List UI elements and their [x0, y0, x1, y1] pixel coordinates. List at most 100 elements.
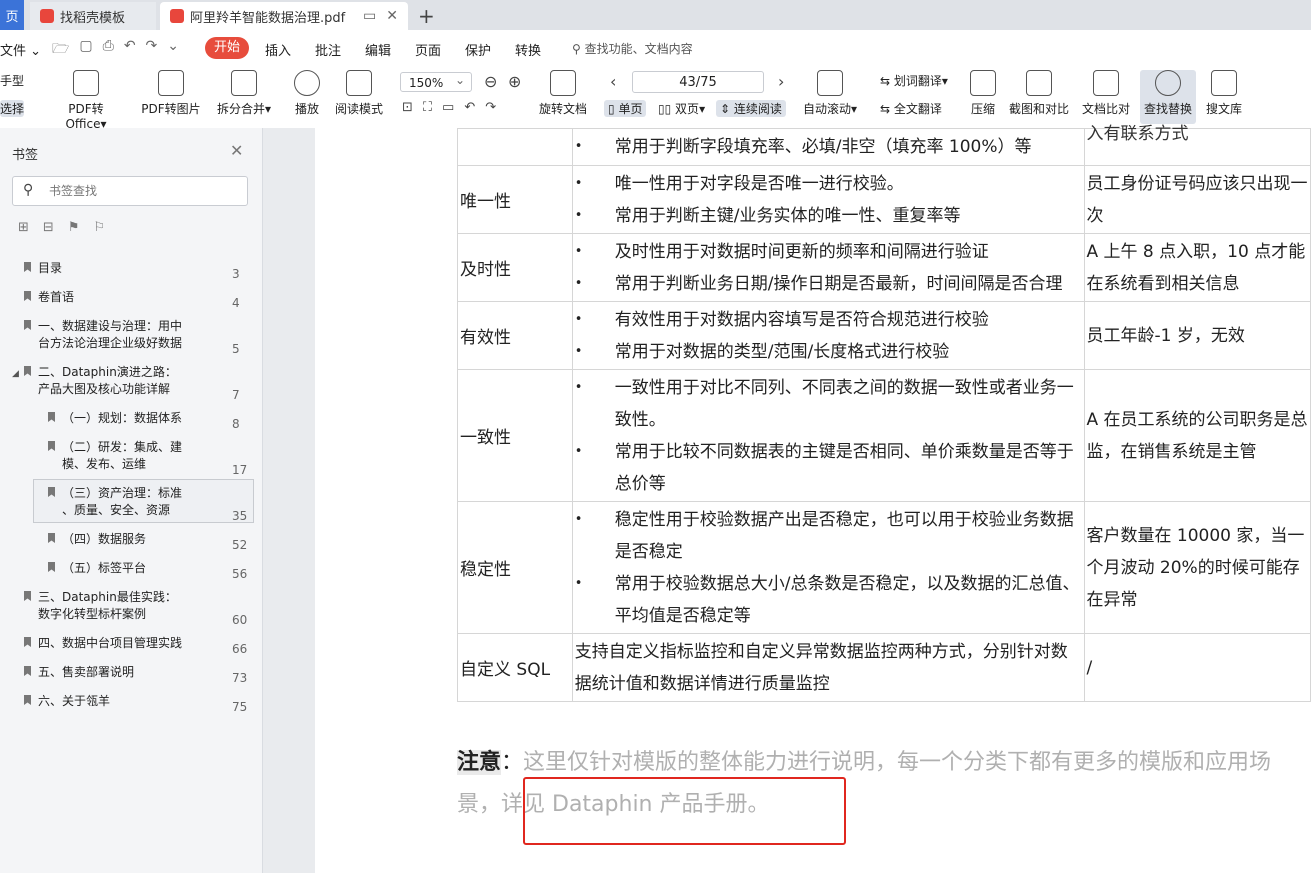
close-icon[interactable]: ✕: [230, 141, 243, 160]
function-search[interactable]: ⚲ 查找功能、文档内容: [572, 40, 693, 57]
bookmark-item[interactable]: 卷首语: [24, 289, 74, 306]
bookmark-item[interactable]: 四、数据中台项目管理实践: [24, 635, 182, 652]
play-button[interactable]: 播放: [292, 70, 322, 117]
quality-rules-table: 常用于判断字段填充率、必填/非空（填充率 100%）等 入有联系方式 唯一性 唯…: [457, 126, 1311, 702]
menu-convert[interactable]: 转换: [515, 40, 541, 59]
menu-annotate[interactable]: 批注: [315, 40, 341, 59]
tab-template-label: 找稻壳模板: [60, 10, 126, 26]
bookmark-item[interactable]: （四）数据服务: [48, 531, 146, 548]
new-tab-button[interactable]: +: [418, 4, 435, 28]
save-icon[interactable]: ▢: [79, 38, 92, 62]
bookmark-item[interactable]: 五、售卖部署说明: [24, 664, 134, 681]
open-icon[interactable]: 🗁: [52, 38, 69, 62]
menu-page[interactable]: 页面: [415, 40, 441, 59]
bookmark-outline-icon[interactable]: ⚐: [93, 220, 105, 235]
bullet-item: 常用于判断字段填充率、必填/非空（填充率 100%）等: [573, 131, 1084, 163]
bookmark-page: 8: [232, 417, 240, 431]
add-bookmark-icon[interactable]: ⊞: [18, 220, 29, 235]
doc-compare-button[interactable]: 文档比对: [1080, 70, 1132, 117]
pdf-to-office-button[interactable]: PDF转Office▾: [48, 70, 124, 131]
bookmark-page: 3: [232, 267, 240, 281]
bookmark-search[interactable]: ⚲: [12, 176, 248, 206]
bookmark-item[interactable]: 一、数据建设与治理：用中 台方法论治理企业级好数据: [24, 318, 182, 352]
split-merge-button[interactable]: 拆分合并▾: [214, 70, 274, 117]
table-cell: 唯一性用于对字段是否唯一进行校验。 常用于判断主键/业务实体的唯一性、重复率等: [571, 165, 1085, 234]
bookmark-add-icon[interactable]: ⚑: [68, 220, 80, 235]
menu-protect[interactable]: 保护: [465, 40, 491, 59]
fit-page-icon[interactable]: ⛶: [423, 100, 432, 115]
zoom-select[interactable]: 150%: [400, 70, 472, 92]
doc-compare-icon: [1093, 70, 1119, 96]
remove-bookmark-icon[interactable]: ⊟: [43, 220, 54, 235]
magnifier-icon: [1155, 70, 1181, 96]
full-translate-button[interactable]: ⇆ 全文翻译: [880, 100, 942, 117]
split-merge-icon: [231, 70, 257, 96]
continuous-read-button[interactable]: ⇕ 连续阅读: [716, 100, 786, 117]
screenshot-compare-button[interactable]: 截图和对比: [1008, 70, 1070, 117]
pdf-to-image-button[interactable]: PDF转图片: [140, 70, 202, 117]
rotate-right-icon[interactable]: ↷: [485, 100, 496, 115]
find-replace-button[interactable]: 查找替换: [1140, 70, 1196, 124]
dimension-name: 自定义 SQL: [457, 633, 573, 702]
tab-template[interactable]: 找稻壳模板: [30, 2, 156, 30]
more-icon[interactable]: ⌄: [167, 38, 179, 62]
fit-width-icon[interactable]: ▭: [442, 100, 454, 115]
menu-edit[interactable]: 编辑: [365, 40, 391, 59]
hand-tool[interactable]: 手型: [0, 72, 24, 89]
close-tab-icon[interactable]: ✕: [386, 8, 398, 24]
table-row: 常用于判断字段填充率、必填/非空（填充率 100%）等 入有联系方式: [457, 126, 1311, 166]
redo-icon[interactable]: ↷: [146, 38, 158, 62]
actual-size-icon[interactable]: ⊡: [402, 100, 413, 115]
next-page-icon[interactable]: ›: [778, 72, 784, 91]
menu-file-label: 文件: [0, 44, 27, 59]
tab-pdf[interactable]: 阿里羚羊智能数据治理.pdf ▭ ✕: [160, 2, 408, 30]
menu-insert[interactable]: 插入: [265, 40, 291, 59]
single-page-label: 单页: [618, 102, 643, 116]
bookmark-item[interactable]: （二）研发：集成、建 模、发布、运维: [48, 439, 182, 473]
single-page-button[interactable]: ▯ 单页: [604, 100, 647, 117]
rotate-doc-label: 旋转文档: [538, 102, 587, 116]
table-cell: 一致性用于对比不同列、不同表之间的数据一致性或者业务一致性。 常用于比较不同数据…: [571, 369, 1085, 502]
bookmark-search-input[interactable]: [47, 183, 241, 199]
example-cell: A 上午 8 点入职，10 点才能在系统看到相关信息: [1083, 233, 1311, 302]
tab-edge[interactable]: 页: [0, 0, 24, 30]
read-mode-button[interactable]: 阅读模式: [334, 70, 384, 117]
prev-page-icon[interactable]: ‹: [610, 72, 616, 91]
zoom-in-icon[interactable]: ⊕: [508, 72, 521, 91]
full-translate-icon: ⇆: [880, 101, 891, 116]
rotate-doc-button[interactable]: 旋转文档: [537, 70, 589, 117]
select-tool[interactable]: 选择: [0, 100, 25, 117]
bookmark-item[interactable]: 二、Dataphin演进之路： 产品大图及核心功能详解: [24, 364, 177, 398]
auto-scroll-label: 自动滚动: [802, 102, 851, 116]
bullet-item: 唯一性用于对字段是否唯一进行校验。: [573, 168, 1084, 200]
bookmark-item[interactable]: 六、关于瓴羊: [24, 693, 110, 710]
bullet-item: 常用于判断业务日期/操作日期是否最新，时间间隔是否合理: [573, 268, 1084, 300]
rotate-left-icon[interactable]: ↶: [464, 100, 475, 115]
zoom-out-icon[interactable]: ⊖: [484, 72, 497, 91]
compress-button[interactable]: 压缩: [968, 70, 998, 117]
undo-icon[interactable]: ↶: [124, 38, 136, 62]
book-icon: [346, 70, 372, 96]
collapse-arrow-icon[interactable]: ◢: [12, 369, 19, 379]
bookmark-page: 75: [232, 700, 248, 714]
bookmark-page: 60: [232, 613, 248, 627]
bookmark-icon: [24, 320, 31, 330]
view-tools: ⊡ ⛶ ▭ ↶ ↷: [402, 100, 496, 115]
word-translate-button[interactable]: ⇆ 划词翻译 ▾: [880, 72, 948, 89]
bookmark-label: （一）规划：数据体系: [62, 411, 183, 425]
menu-file[interactable]: 文件 ⌄: [0, 40, 41, 59]
double-page-button[interactable]: ▯▯ 双页 ▾: [658, 100, 705, 117]
print-icon[interactable]: ⎙: [103, 38, 114, 62]
menu-start[interactable]: 开始: [205, 37, 249, 59]
bullet-item: 稳定性用于校验数据产出是否稳定，也可以用于校验业务数据是否稳定: [573, 504, 1084, 568]
bookmark-item[interactable]: 目录: [24, 260, 62, 277]
window-icon[interactable]: ▭: [363, 8, 376, 24]
bookmark-item[interactable]: （五）标签平台: [48, 560, 146, 577]
bookmark-item-selected[interactable]: （三）资产治理：标准 、质量、安全、资源: [48, 485, 182, 519]
search-library-button[interactable]: 搜文库: [1204, 70, 1244, 117]
bookmark-item[interactable]: 三、Dataphin最佳实践： 数字化转型标杆案例: [24, 589, 177, 623]
bookmark-item[interactable]: （一）规划：数据体系: [48, 410, 183, 427]
bookmark-tools: ⊞ ⊟ ⚑ ⚐: [18, 220, 105, 235]
page-input[interactable]: 43/75: [632, 71, 764, 93]
auto-scroll-button[interactable]: 自动滚动▾: [800, 70, 860, 117]
